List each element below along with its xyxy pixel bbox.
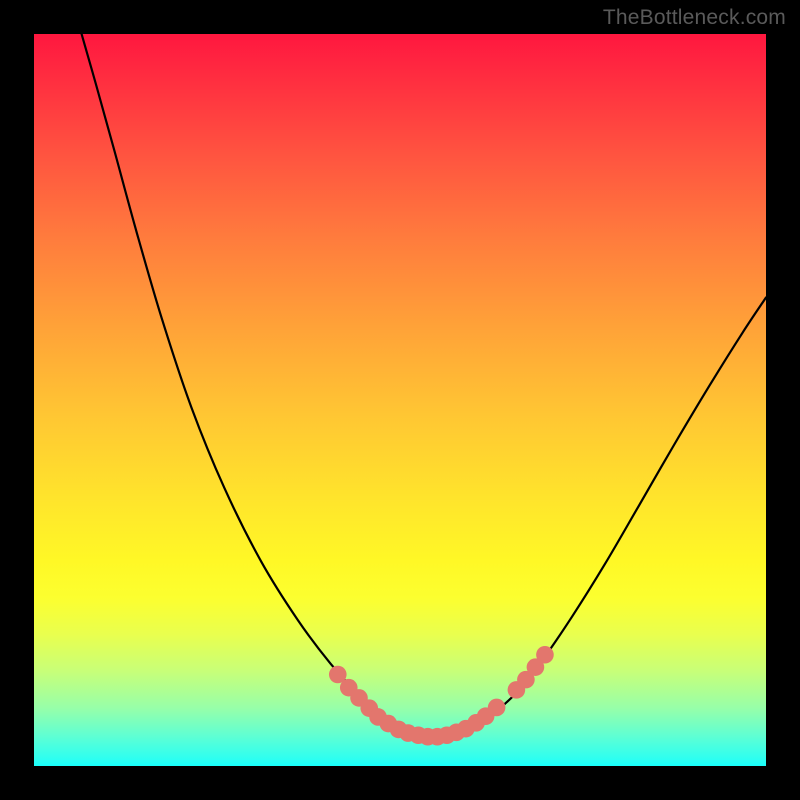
chart-marker-dot — [536, 646, 554, 664]
chart-svg — [34, 34, 766, 766]
chart-frame — [0, 0, 800, 800]
chart-markers — [329, 646, 554, 746]
watermark-text: TheBottleneck.com — [603, 6, 786, 30]
chart-marker-dot — [488, 699, 506, 717]
chart-curve — [82, 34, 766, 735]
chart-plot-area — [34, 34, 766, 766]
